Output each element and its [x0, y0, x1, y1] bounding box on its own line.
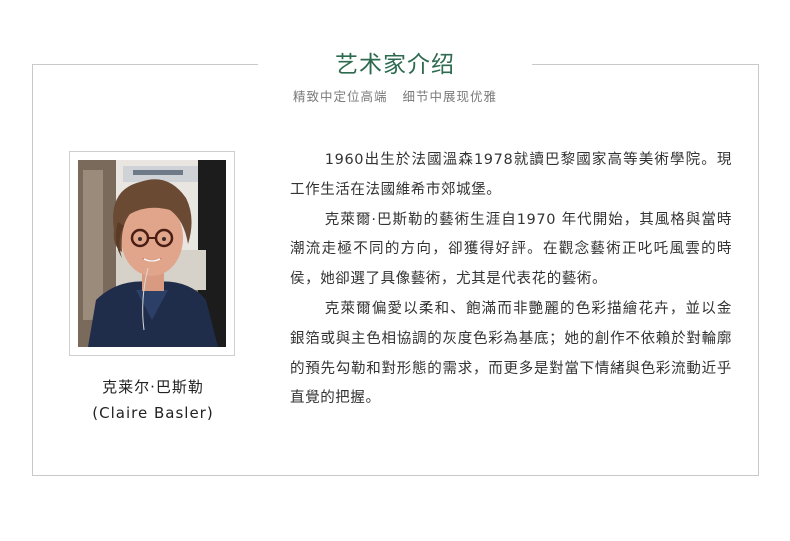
artist-biography: 1960出生於法國溫森1978就讀巴黎國家高等美術學院。現工作生活在法國維希市郊… [290, 146, 732, 414]
portrait-photo-icon [78, 160, 226, 347]
bio-paragraph: 1960出生於法國溫森1978就讀巴黎國家高等美術學院。現工作生活在法國維希市郊… [290, 152, 732, 198]
section-subtitle: 精致中定位高端 细节中展现优雅 [293, 89, 497, 104]
artist-photo [78, 160, 226, 347]
bio-paragraph: 克萊爾偏愛以柔和、飽滿而非艷麗的色彩描繪花卉，並以金銀箔或與主色相協調的灰度色彩… [290, 300, 732, 407]
bio-paragraph: 克萊爾·巴斯勒的藝術生涯自1970 年代開始，其風格與當時潮流走極不同的方向，卻… [290, 211, 732, 288]
artist-latin-name: (Claire Basler) [92, 404, 214, 422]
artist-name: 克莱尔·巴斯勒 [102, 378, 204, 396]
artist-photo-frame [69, 151, 235, 356]
section-title: 艺术家介绍 [335, 52, 455, 78]
